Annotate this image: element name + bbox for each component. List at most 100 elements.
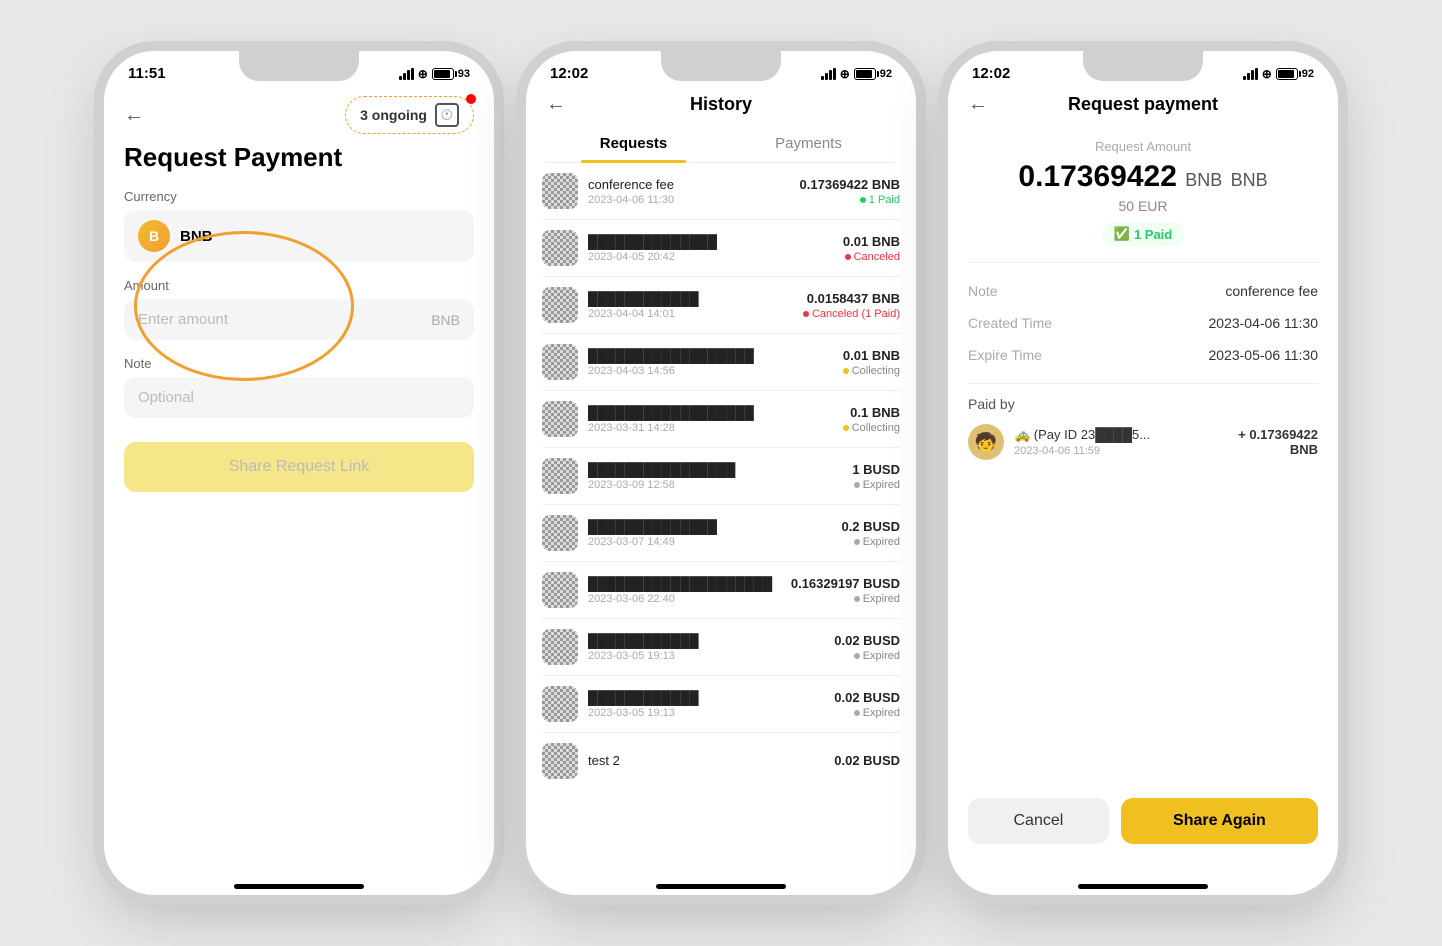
phone-1: 11:51 ⊕ 93 ← 3 ongoing: [104, 51, 494, 895]
amount-section: Request Amount 0.17369422 BNB BNB 50 EUR…: [968, 119, 1318, 263]
item-right: 0.1 BNB Collecting: [843, 405, 900, 434]
ongoing-label: 3 ongoing: [360, 107, 427, 123]
wifi-icon-3: ⊕: [1262, 67, 1272, 81]
item-name: ██████████████: [588, 519, 831, 534]
item-amount: 0.01 BNB: [843, 234, 900, 249]
item-date: 2023-03-06 22:40: [588, 593, 781, 605]
status-bar-1: 11:51 ⊕ 93: [104, 51, 494, 88]
notification-dot: [466, 94, 476, 104]
item-date: 2023-04-06 11:30: [588, 194, 790, 206]
detail-nav: ← Request payment: [948, 88, 1338, 119]
list-item[interactable]: ████████████ 2023-03-05 19:13 0.02 BUSD …: [542, 619, 900, 676]
list-item[interactable]: ████████████ 2023-03-05 19:13 0.02 BUSD …: [542, 676, 900, 733]
paid-label: 1 Paid: [1134, 227, 1172, 242]
item-right: 0.01 BNB Collecting: [843, 348, 900, 377]
expire-key: Expire Time: [968, 347, 1042, 363]
battery-level-2: 92: [880, 68, 892, 80]
item-name: ████████████████████: [588, 576, 781, 591]
tab-requests[interactable]: Requests: [546, 125, 721, 162]
item-amount: 0.17369422 BNB: [800, 177, 900, 192]
battery-icon-3: [1276, 68, 1298, 80]
amount-placeholder: Enter amount: [138, 311, 228, 328]
item-amount: 0.02 BUSD: [834, 633, 900, 648]
share-again-button[interactable]: Share Again: [1121, 798, 1318, 844]
item-name: ████████████: [588, 291, 793, 306]
status-dot: [860, 197, 866, 203]
share-request-button[interactable]: Share Request Link: [124, 442, 474, 492]
item-name: ██████████████████: [588, 405, 833, 420]
item-info: ████████████ 2023-04-04 14:01: [588, 291, 793, 320]
list-item[interactable]: ██████████████ 2023-03-07 14:49 0.2 BUSD…: [542, 505, 900, 562]
item-icon: [542, 686, 578, 722]
history-icon: 🕐: [435, 103, 459, 127]
list-item[interactable]: test 2 0.02 BUSD: [542, 733, 900, 789]
item-amount: 0.16329197 BUSD: [791, 576, 900, 591]
item-info: conference fee 2023-04-06 11:30: [588, 177, 790, 206]
time-2: 12:02: [550, 65, 588, 82]
item-info: ████████████████████ 2023-03-06 22:40: [588, 576, 781, 605]
paid-badge: ✅ 1 Paid: [1102, 222, 1184, 246]
list-item[interactable]: ████████████████ 2023-03-09 12:58 1 BUSD…: [542, 448, 900, 505]
status-dot: [854, 596, 860, 602]
back-button-3[interactable]: ←: [968, 93, 988, 116]
amount-input[interactable]: Enter amount BNB: [124, 299, 474, 340]
status-icons-1: ⊕ 93: [399, 67, 470, 81]
item-icon: [542, 458, 578, 494]
list-item[interactable]: ██████████████████ 2023-04-03 14:56 0.01…: [542, 334, 900, 391]
payer-avatar: 🧒: [968, 424, 1004, 460]
list-item[interactable]: ██████████████████ 2023-03-31 14:28 0.1 …: [542, 391, 900, 448]
currency-selector[interactable]: B BNB: [124, 210, 474, 262]
status-icons-3: ⊕ 92: [1243, 67, 1314, 81]
cancel-button[interactable]: Cancel: [968, 798, 1109, 844]
item-date: 2023-04-03 14:56: [588, 365, 833, 377]
item-right: 1 BUSD Expired: [852, 462, 900, 491]
amount-unit: BNB: [431, 312, 460, 328]
expire-row: Expire Time 2023-05-06 11:30: [968, 339, 1318, 371]
bnb-logo: B: [138, 220, 170, 252]
home-indicator-2: [656, 884, 786, 889]
phone-2: 12:02 ⊕ 92 ← History R: [526, 51, 916, 895]
battery-level-3: 92: [1302, 68, 1314, 80]
status-label: Canceled: [854, 251, 900, 263]
item-status: Expired: [791, 593, 900, 605]
payer-info: 🚕 (Pay ID 23████5... 2023-04-06 11:59: [1014, 427, 1228, 457]
item-name: ████████████: [588, 633, 824, 648]
item-right: 0.01 BNB Canceled: [843, 234, 900, 263]
battery-icon-2: [854, 68, 876, 80]
item-name: ████████████: [588, 690, 824, 705]
list-item[interactable]: ████████████████████ 2023-03-06 22:40 0.…: [542, 562, 900, 619]
tab-payments[interactable]: Payments: [721, 125, 896, 162]
status-bar-3: 12:02 ⊕ 92: [948, 51, 1338, 88]
item-info: test 2: [588, 753, 824, 770]
status-label: Canceled (1 Paid): [812, 308, 900, 320]
status-label: 1 Paid: [869, 194, 900, 206]
item-info: ████████████ 2023-03-05 19:13: [588, 633, 824, 662]
item-info: ████████████ 2023-03-05 19:13: [588, 690, 824, 719]
back-button-2[interactable]: ←: [546, 93, 566, 116]
status-label: Expired: [863, 650, 900, 662]
fiat-amount: 50 EUR: [968, 198, 1318, 214]
list-item[interactable]: ██████████████ 2023-04-05 20:42 0.01 BNB…: [542, 220, 900, 277]
item-amount: 0.01 BNB: [843, 348, 900, 363]
status-label: Collecting: [852, 365, 900, 377]
time-3: 12:02: [972, 65, 1010, 82]
item-date: 2023-04-04 14:01: [588, 308, 793, 320]
amount-unit-text: BNB: [1231, 170, 1268, 190]
status-label: Collecting: [852, 422, 900, 434]
status-bar-2: 12:02 ⊕ 92: [526, 51, 916, 88]
list-item[interactable]: ████████████ 2023-04-04 14:01 0.0158437 …: [542, 277, 900, 334]
home-indicator-3: [1078, 884, 1208, 889]
action-buttons: Cancel Share Again: [948, 786, 1338, 856]
item-status: Canceled (1 Paid): [803, 308, 900, 320]
back-button-1[interactable]: ←: [124, 104, 144, 127]
ongoing-badge[interactable]: 3 ongoing 🕐: [345, 96, 474, 134]
note-input[interactable]: Optional: [124, 377, 474, 418]
history-list: conference fee 2023-04-06 11:30 0.173694…: [526, 163, 916, 856]
item-right: 0.02 BUSD Expired: [834, 633, 900, 662]
status-dot: [854, 482, 860, 488]
phone-3: 12:02 ⊕ 92 ← Request payment: [948, 51, 1338, 895]
list-item[interactable]: conference fee 2023-04-06 11:30 0.173694…: [542, 163, 900, 220]
currency-label: Currency: [124, 189, 474, 204]
wifi-icon-2: ⊕: [840, 67, 850, 81]
phone1-content: ← 3 ongoing 🕐 Request Payment Currency B…: [104, 88, 494, 876]
